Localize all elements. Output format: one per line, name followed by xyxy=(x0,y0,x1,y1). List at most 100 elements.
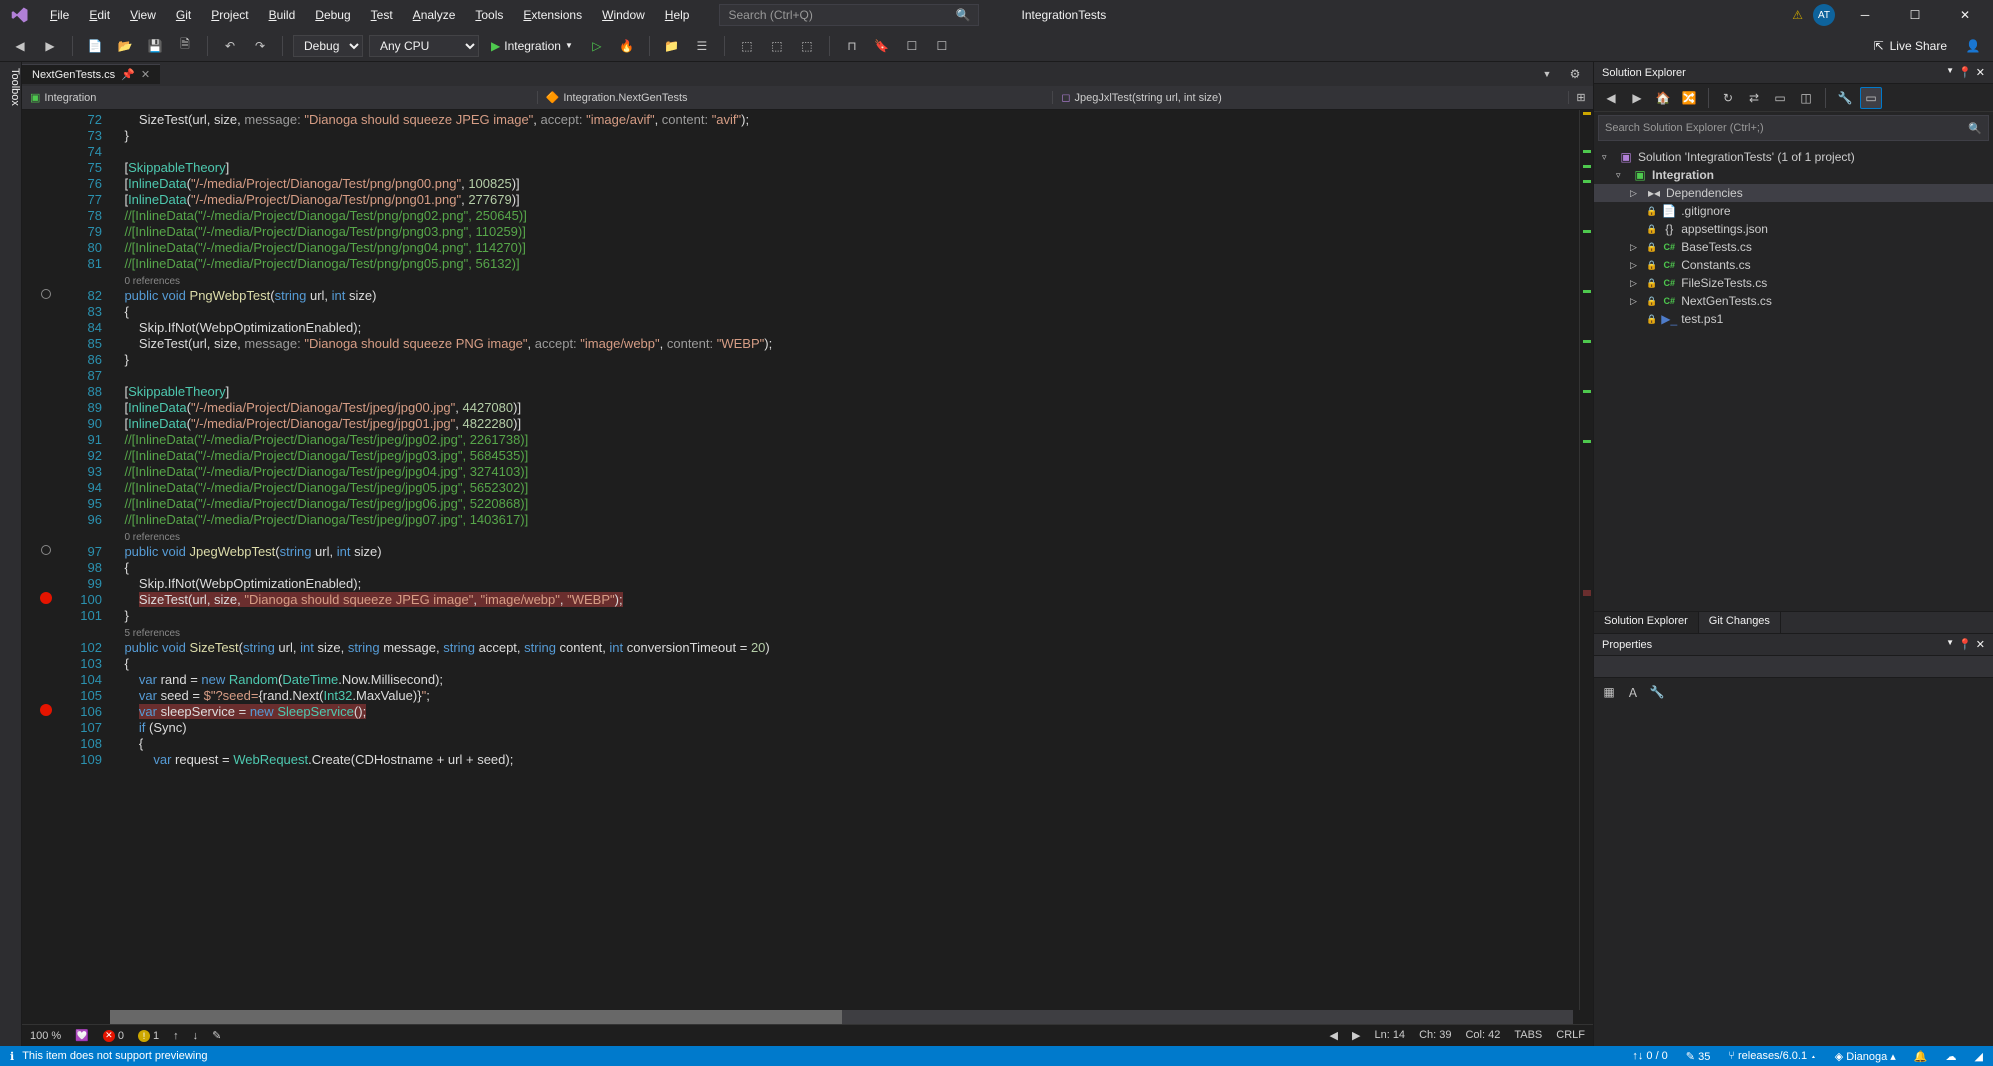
props-pages-button[interactable]: 🔧 xyxy=(1646,681,1668,703)
breadcrumb-project[interactable]: ▣ Integration xyxy=(22,91,538,104)
tree-item--gitignore[interactable]: 🔒📄.gitignore xyxy=(1594,202,1993,220)
clear-button[interactable]: ✎ xyxy=(212,1029,221,1042)
solution-tree[interactable]: ▿▣Solution 'IntegrationTests' (1 of 1 pr… xyxy=(1594,144,1993,611)
se-back-button[interactable]: ◀ xyxy=(1600,87,1622,109)
menu-edit[interactable]: Edit xyxy=(79,4,120,26)
panel-pin-icon[interactable]: 📍 xyxy=(1958,66,1972,79)
properties-selector[interactable] xyxy=(1594,656,1993,678)
file-tab-active[interactable]: NextGenTests.cs 📌 ✕ xyxy=(22,64,160,84)
menu-project[interactable]: Project xyxy=(201,4,258,26)
panel-close-icon[interactable]: ✕ xyxy=(1976,66,1985,79)
live-share-button[interactable]: ⇱ Live Share xyxy=(1866,37,1955,55)
tb-btn-3[interactable]: ⬚ xyxy=(735,34,759,58)
menu-search[interactable]: Search (Ctrl+Q) 🔍 xyxy=(719,4,979,26)
user-avatar[interactable]: AT xyxy=(1813,4,1835,26)
panel-dropdown-icon[interactable]: ▼ xyxy=(1946,638,1954,651)
se-switch-button[interactable]: 🔀 xyxy=(1678,87,1700,109)
nav-back-button[interactable]: ◀ xyxy=(8,34,32,58)
props-categorize-button[interactable]: ▦ xyxy=(1598,681,1620,703)
status-changes[interactable]: ↑↓ 0 / 0 xyxy=(1632,1050,1667,1062)
test-indicator-icon[interactable] xyxy=(41,545,51,555)
error-count[interactable]: ✕0 xyxy=(103,1030,124,1042)
status-commits[interactable]: ✎ 35 xyxy=(1686,1050,1711,1063)
tb-btn-6[interactable]: ⊓ xyxy=(840,34,864,58)
tab-git-changes[interactable]: Git Changes xyxy=(1699,612,1781,633)
se-filter-button[interactable]: ⇄ xyxy=(1743,87,1765,109)
minimize-button[interactable]: ─ xyxy=(1845,1,1885,29)
run-no-debug-button[interactable]: ▷ xyxy=(585,34,609,58)
menu-debug[interactable]: Debug xyxy=(305,4,360,26)
se-home-button[interactable]: 🏠 xyxy=(1652,87,1674,109)
scroll-left-button[interactable]: ◀ xyxy=(1330,1029,1338,1042)
tb-btn-9[interactable]: ☐ xyxy=(930,34,954,58)
code-editor[interactable]: 7273747576777879808182838485868788899091… xyxy=(22,110,1593,1010)
save-button[interactable]: 💾 xyxy=(143,34,167,58)
maximize-button[interactable]: ☐ xyxy=(1895,1,1935,29)
line-ending[interactable]: CRLF xyxy=(1556,1029,1585,1042)
tab-solution-explorer[interactable]: Solution Explorer xyxy=(1594,612,1699,633)
run-button[interactable]: ▶ Integration ▼ xyxy=(485,37,579,55)
tb-btn-8[interactable]: ☐ xyxy=(900,34,924,58)
nav-down-button[interactable]: ↓ xyxy=(193,1030,199,1042)
solution-explorer-search[interactable]: Search Solution Explorer (Ctrl+;) 🔍 xyxy=(1598,115,1989,141)
tb-btn-5[interactable]: ⬚ xyxy=(795,34,819,58)
menu-tools[interactable]: Tools xyxy=(465,4,513,26)
menu-test[interactable]: Test xyxy=(361,4,403,26)
zoom-level[interactable]: 100 % xyxy=(30,1030,61,1042)
glyph-margin[interactable] xyxy=(22,110,70,1010)
props-alpha-button[interactable]: Ａ xyxy=(1622,681,1644,703)
tab-settings-button[interactable]: ⚙ xyxy=(1563,62,1587,86)
health-icon[interactable]: 💟 xyxy=(75,1029,89,1042)
panel-dropdown-icon[interactable]: ▼ xyxy=(1946,66,1954,79)
split-editor-button[interactable]: ⊞ xyxy=(1569,86,1593,110)
tree-item-appsettings-json[interactable]: 🔒{}appsettings.json xyxy=(1594,220,1993,238)
tab-close-icon[interactable]: ✕ xyxy=(141,68,150,81)
tree-item-constants-cs[interactable]: ▷🔒C#Constants.cs xyxy=(1594,256,1993,274)
menu-build[interactable]: Build xyxy=(259,4,306,26)
se-fwd-button[interactable]: ▶ xyxy=(1626,87,1648,109)
menu-extensions[interactable]: Extensions xyxy=(513,4,592,26)
nav-fwd-button[interactable]: ▶ xyxy=(38,34,62,58)
menu-help[interactable]: Help xyxy=(655,4,700,26)
tree-item-nextgentests-cs[interactable]: ▷🔒C#NextGenTests.cs xyxy=(1594,292,1993,310)
panel-pin-icon[interactable]: 📍 xyxy=(1958,638,1972,651)
open-file-button[interactable]: 📂 xyxy=(113,34,137,58)
platform-select[interactable]: Any CPU xyxy=(369,35,479,57)
se-sync-button[interactable]: ↻ xyxy=(1717,87,1739,109)
tb-btn-1[interactable]: 📁 xyxy=(660,34,684,58)
redo-button[interactable]: ↷ xyxy=(248,34,272,58)
tab-dropdown-button[interactable]: ▼ xyxy=(1535,62,1559,86)
tb-btn-7[interactable]: 🔖 xyxy=(870,34,894,58)
status-branch[interactable]: ⑂ releases/6.0.1 ▴ xyxy=(1728,1050,1816,1062)
status-notify[interactable]: 🔔 xyxy=(1914,1050,1928,1063)
se-properties-button[interactable]: 🔧 xyxy=(1834,87,1856,109)
undo-button[interactable]: ↶ xyxy=(218,34,242,58)
test-indicator-icon[interactable] xyxy=(41,289,51,299)
tree-solution[interactable]: ▿▣Solution 'IntegrationTests' (1 of 1 pr… xyxy=(1594,148,1993,166)
status-repo[interactable]: ◈ Dianoga ▴ xyxy=(1835,1050,1896,1063)
menu-window[interactable]: Window xyxy=(592,4,655,26)
toolbox-panel[interactable]: Toolbox xyxy=(0,62,22,1046)
menu-analyze[interactable]: Analyze xyxy=(403,4,466,26)
tree-item-test-ps1[interactable]: 🔒▶_test.ps1 xyxy=(1594,310,1993,328)
new-project-button[interactable]: 📄 xyxy=(83,34,107,58)
se-collapse-button[interactable]: ▭ xyxy=(1769,87,1791,109)
breakpoint-icon[interactable] xyxy=(40,704,52,716)
horizontal-scrollbar[interactable] xyxy=(110,1010,1573,1024)
pin-icon[interactable]: 📌 xyxy=(121,68,135,81)
tree-item-filesizetests-cs[interactable]: ▷🔒C#FileSizeTests.cs xyxy=(1594,274,1993,292)
tb-btn-2[interactable]: ☰ xyxy=(690,34,714,58)
status-cloud[interactable]: ☁ xyxy=(1946,1050,1957,1063)
breadcrumb-method[interactable]: ◻ JpegJxlTest(string url, int size) xyxy=(1053,91,1569,104)
tb-btn-4[interactable]: ⬚ xyxy=(765,34,789,58)
close-button[interactable]: ✕ xyxy=(1945,1,1985,29)
warning-icon[interactable]: ⚠ xyxy=(1792,8,1803,22)
panel-close-icon[interactable]: ✕ xyxy=(1976,638,1985,651)
indent-mode[interactable]: TABS xyxy=(1514,1029,1542,1042)
scroll-right-button[interactable]: ▶ xyxy=(1352,1029,1360,1042)
save-all-button[interactable]: 🗎 xyxy=(173,34,197,58)
breadcrumb-class[interactable]: 🔶 Integration.NextGenTests xyxy=(538,91,1054,104)
warning-count[interactable]: !1 xyxy=(138,1030,159,1042)
config-select[interactable]: Debug xyxy=(293,35,363,57)
tree-item-dependencies[interactable]: ▷▸◂Dependencies xyxy=(1594,184,1993,202)
